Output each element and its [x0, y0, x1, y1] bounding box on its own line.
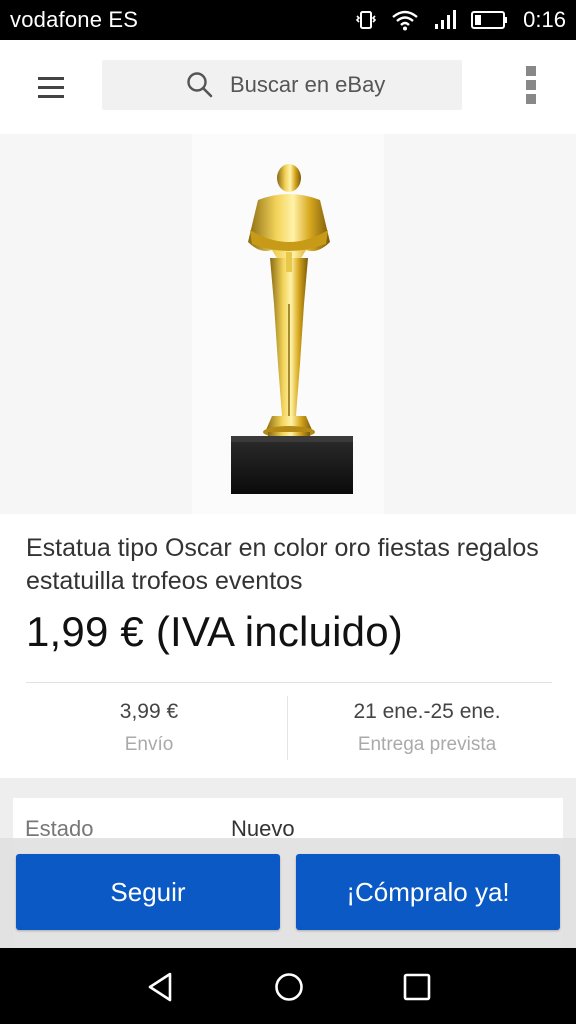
column-divider: [287, 696, 288, 760]
buy-now-button[interactable]: ¡Cómpralo ya!: [296, 854, 560, 930]
gold-trophy-image: [231, 164, 353, 494]
product-image-area[interactable]: [0, 134, 576, 514]
hamburger-menu-icon[interactable]: [28, 68, 74, 106]
delivery-dates: 21 ene.-25 ene.: [353, 700, 501, 723]
product-info: Estatua tipo Oscar en color oro fiestas …: [0, 514, 576, 778]
home-icon[interactable]: [272, 970, 306, 1004]
back-icon[interactable]: [144, 970, 178, 1004]
status-bar: vodafone ES 0:16: [0, 0, 576, 40]
delivery-label: Entrega prevista: [357, 734, 497, 755]
follow-button[interactable]: Seguir: [16, 854, 280, 930]
wifi-icon: [391, 9, 419, 31]
carrier-name: vodafone ES: [10, 7, 139, 32]
signal-icon: [433, 9, 457, 31]
vibrate-icon: [355, 9, 377, 31]
status-icons: 0:16: [355, 7, 566, 33]
delivery-info: 21 ene.-25 ene. Entrega prevista: [296, 700, 558, 756]
overflow-menu-icon[interactable]: [520, 66, 542, 104]
recents-icon[interactable]: [400, 970, 434, 1004]
search-icon: [186, 71, 214, 99]
battery-icon: [471, 10, 509, 30]
product-title: Estatua tipo Oscar en color oro fiestas …: [26, 534, 539, 595]
shipping-cost: 3,99 €: [119, 700, 179, 723]
search-placeholder: Buscar en eBay: [230, 72, 386, 97]
app-bar: Buscar en eBay: [0, 40, 576, 134]
clock: 0:16: [523, 7, 566, 32]
search-input[interactable]: Buscar en eBay: [102, 60, 462, 110]
action-bar: Seguir ¡Cómpralo ya!: [0, 838, 576, 948]
product-price: 1,99 € (IVA incluido): [26, 608, 403, 655]
navigation-bar: [0, 948, 576, 1024]
shipping-info: 3,99 € Envío: [18, 700, 280, 756]
shipping-label: Envío: [124, 734, 174, 755]
divider: [26, 682, 552, 683]
